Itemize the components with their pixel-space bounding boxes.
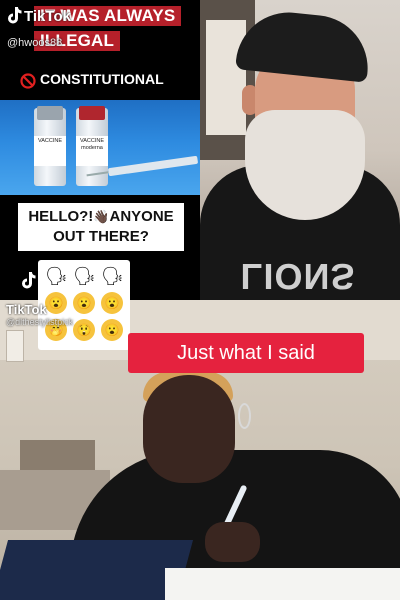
light-switch <box>6 330 24 362</box>
astonished-face-icon: 😲 <box>73 319 95 341</box>
tiktok-handle: @hwoos88 <box>7 37 63 49</box>
shelf <box>20 440 95 470</box>
top-right-video-panel: LIONS <box>200 0 400 300</box>
emoji-reaction-box: 🗣 🗣 🗣 😮 😮 😮 🤭 😲 😮 <box>38 260 130 350</box>
window-pane <box>206 20 246 135</box>
surprised-face-icon: 😮 <box>73 292 95 314</box>
anyone-text: ANYONE <box>109 208 174 225</box>
tiktok-handle: @dlthestylistpick <box>6 317 74 327</box>
hello-caption-box: HELLO?!👋🏿ANYONE OUT THERE? <box>18 203 184 251</box>
hello-text: HELLO?! <box>28 208 94 225</box>
speaking-head-icon: 🗣 <box>73 266 96 286</box>
top-left-video-panel: IT WAS ALWAYS ILLEGAL TikTok @hwoos88 CO… <box>0 0 200 300</box>
surprised-face-icon: 😮 <box>45 292 67 314</box>
writing-hand <box>205 522 260 562</box>
syringe-icon <box>86 155 199 177</box>
emoji-row: 😮 😮 😮 <box>38 292 130 314</box>
constitutional-label: CONSTITUTIONAL <box>40 71 164 87</box>
shirt-print-text: LIONS <box>240 256 356 297</box>
hoop-earring <box>238 403 251 429</box>
vial-label: VACCINE moderna <box>76 136 108 166</box>
hand-on-cheek <box>180 405 220 465</box>
tiktok-watermark-text: TikTok <box>24 8 71 25</box>
vial-label: VACCINE <box>34 136 66 166</box>
surprised-face-icon: 😮 <box>101 292 123 314</box>
prohibited-icon <box>20 73 36 89</box>
waving-hand-icon: 👋🏿 <box>93 209 110 224</box>
caption-banner: Just what I said <box>128 333 364 373</box>
out-there-text: OUT THERE? <box>53 228 149 245</box>
paper-sheet <box>165 568 400 600</box>
surprised-face-icon: 😮 <box>101 319 123 341</box>
tiktok-logo-icon <box>22 272 36 289</box>
speaking-head-icon: 🗣 <box>101 266 124 286</box>
emoji-row: 🗣 🗣 🗣 <box>38 265 130 287</box>
tiktok-logo-icon <box>8 7 22 24</box>
vaccine-vials-photo: VACCINE VACCINE moderna <box>0 100 200 195</box>
vaccine-vial: VACCINE <box>34 106 66 186</box>
speaking-head-icon: 🗣 <box>45 266 68 286</box>
tiktok-watermark-text: TikTok <box>6 302 47 317</box>
black-baseball-cap <box>235 7 373 83</box>
